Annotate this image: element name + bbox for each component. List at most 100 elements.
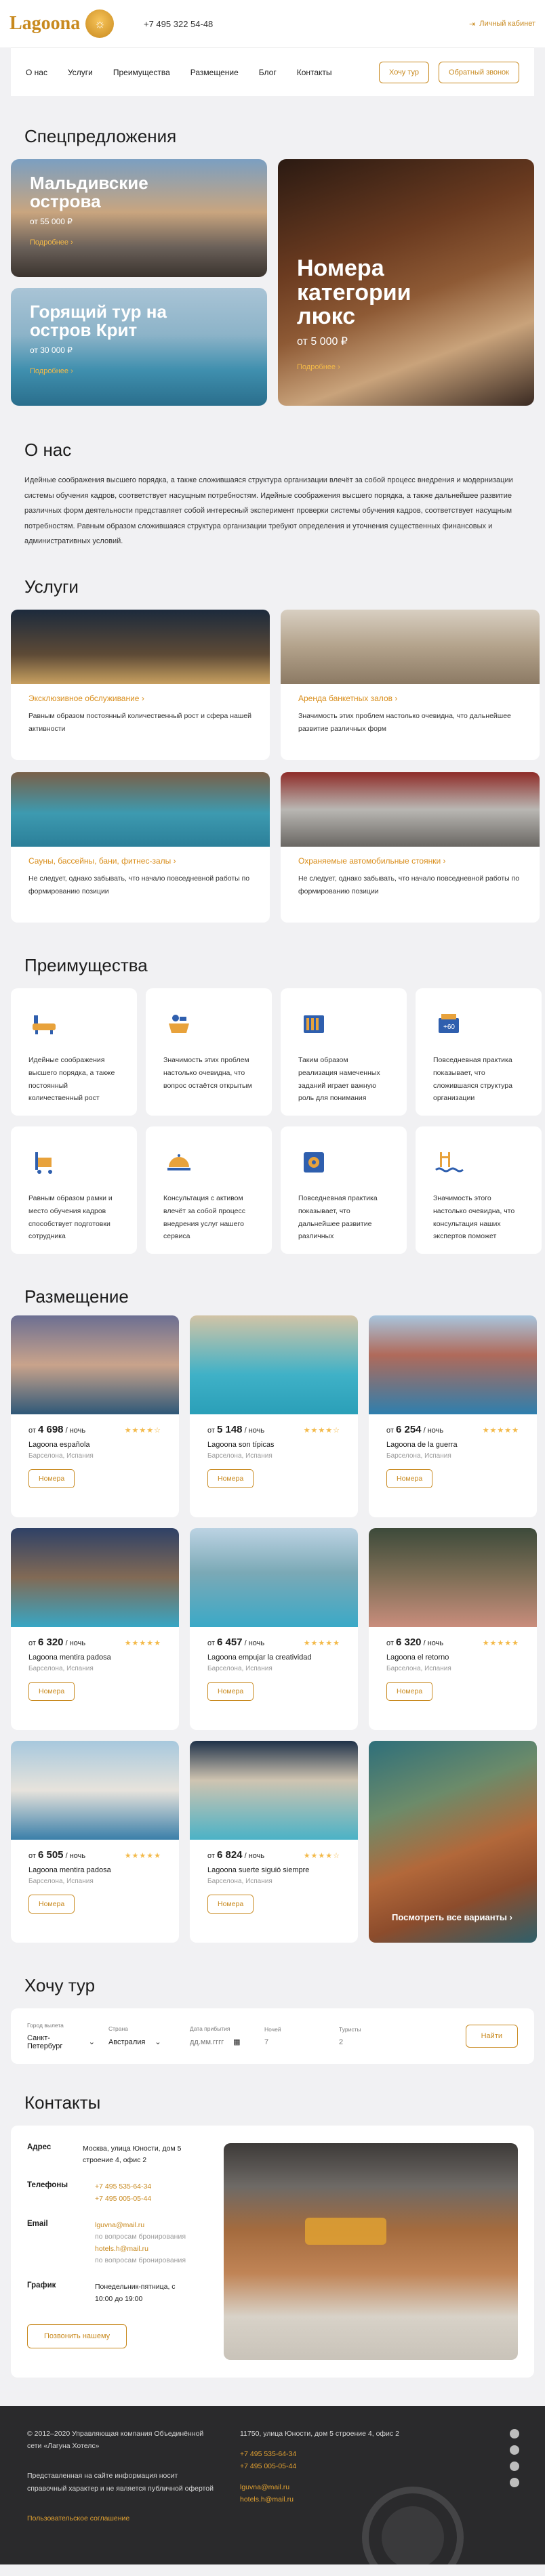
special-title: Мальдивские острова xyxy=(30,173,148,212)
special-price: от 5 000 ₽ xyxy=(297,336,348,348)
find-button[interactable]: Найти xyxy=(465,2024,518,2048)
hotel-card[interactable]: от 6 320 / ночь ★★★★★ Lagoona mentira pado… xyxy=(11,1527,179,1730)
rooms-button[interactable]: Номера xyxy=(28,1894,75,1914)
service-title[interactable]: Охраняемые автомобильные стоянки › xyxy=(298,856,522,866)
hotel-card[interactable]: от 6 457 / ночь ★★★★★ Lagoona empujar la c… xyxy=(190,1527,358,1730)
field-value: 2 xyxy=(339,2037,344,2046)
address-value: Москва, улица Юности, дом 5 строение 4, … xyxy=(83,2144,182,2165)
service-title[interactable]: Аренда банкетных залов › xyxy=(298,694,522,703)
service-card[interactable]: Аренда банкетных залов › Значимость этих… xyxy=(281,609,540,760)
nav-link-services[interactable]: Услуги xyxy=(68,68,93,77)
service-title[interactable]: Сауны, бассейны, бани, фитнес-залы › xyxy=(28,856,252,866)
hotel-card[interactable]: от 6 254 / ночь ★★★★★ Lagoona de la guerra… xyxy=(369,1315,537,1517)
footer-phone[interactable]: +7 495 535-64-34 xyxy=(240,2448,409,2460)
hotel-card[interactable]: от 6 505 / ночь ★★★★★ Lagoona mentira pado… xyxy=(11,1740,179,1943)
tour-title: Хочу тур xyxy=(24,1975,96,1996)
rooms-button[interactable]: Номера xyxy=(207,1681,254,1701)
hotel-name: Lagoona de la guerra xyxy=(386,1440,458,1449)
nav-link-contacts[interactable]: Контакты xyxy=(297,68,332,77)
all-variants-card[interactable]: Посмотреть все варианты › xyxy=(369,1740,537,1943)
banquet-hall-image xyxy=(281,609,540,684)
nav-link-blog[interactable]: Блог xyxy=(259,68,277,77)
service-card[interactable]: Сауны, бассейны, бани, фитнес-залы › Не … xyxy=(11,772,270,923)
special-more-link[interactable]: Подробнее › xyxy=(30,238,179,247)
vk-icon[interactable] xyxy=(510,2461,519,2471)
special-more-link[interactable]: Подробнее › xyxy=(30,367,206,375)
rooms-button[interactable]: Номера xyxy=(207,1469,254,1488)
services-grid: Эксклюзивное обслуживание › Равным образ… xyxy=(0,609,545,923)
user-agreement-link[interactable]: Пользовательское соглашение xyxy=(27,2512,218,2525)
all-variants-link[interactable]: Посмотреть все варианты › xyxy=(392,1912,512,1922)
phone-link[interactable]: +7 495 005-05-44 xyxy=(95,2193,151,2205)
field-label: Дата прибытия xyxy=(190,2025,230,2033)
service-title[interactable]: Эксклюзивное обслуживание › xyxy=(28,694,252,703)
tourists-field[interactable]: Туристы 2 xyxy=(339,2026,400,2046)
phone-link[interactable]: +7 495 535-64-34 xyxy=(95,2181,151,2193)
field-value: 7 xyxy=(264,2037,269,2046)
instagram-icon[interactable] xyxy=(510,2428,519,2438)
cabinet-link[interactable]: ⇥ Личный кабинет xyxy=(469,20,536,28)
facebook-icon[interactable] xyxy=(510,2445,519,2455)
service-card[interactable]: Эксклюзивное обслуживание › Равным образ… xyxy=(11,609,270,760)
reception-photo xyxy=(224,2142,518,2360)
rating-stars: ★★★★★ xyxy=(482,1639,519,1647)
special-card-maldives[interactable]: Мальдивские острова от 55 000 ₽ Подробне… xyxy=(11,159,267,277)
special-card-crete[interactable]: Горящий тур на остров Крит от 30 000 ₽ П… xyxy=(11,288,267,406)
special-card-lux[interactable]: Номера категории люкс от 5 000 ₽ Подробн… xyxy=(278,159,534,406)
header-phone[interactable]: +7 495 322 54-48 xyxy=(144,19,213,29)
logo[interactable]: Lagoona ☼ xyxy=(9,8,129,39)
calendar-icon: ▦ xyxy=(233,2038,241,2047)
nav-link-advantages[interactable]: Преимущества xyxy=(113,68,170,77)
rooms-button[interactable]: Номера xyxy=(386,1469,433,1488)
service-card[interactable]: Охраняемые автомобильные стоянки › Не сл… xyxy=(281,772,540,923)
rating-stars: ★★★★☆ xyxy=(303,1851,340,1860)
hotel-card[interactable]: от 6 320 / ночь ★★★★★ Lagoona el retorno Ба… xyxy=(369,1527,537,1730)
email-link[interactable]: hotels.h@mail.ru xyxy=(95,2243,186,2255)
nav-link-about[interactable]: О нас xyxy=(26,68,47,77)
advantage-text: Консультация с активом влечёт за собой п… xyxy=(163,1194,246,1241)
hotel-name: Lagoona son típicas xyxy=(207,1440,275,1449)
social-links xyxy=(510,2428,519,2487)
call-manager-button[interactable]: Позвонить нашему xyxy=(27,2323,127,2348)
email-note: по вопросам бронирования xyxy=(95,2256,186,2264)
rooms-button[interactable]: Номера xyxy=(28,1469,75,1488)
advantage-text: Равным образом рамки и место обучения ка… xyxy=(28,1194,113,1241)
special-price: от 55 000 ₽ xyxy=(30,216,73,226)
hotel-card[interactable]: от 6 824 / ночь ★★★★☆ Lagoona suerte sigui… xyxy=(190,1740,358,1943)
nights-field[interactable]: Ночей 7 xyxy=(264,2026,325,2046)
advantage-text: Повседневная практика показывает, что да… xyxy=(298,1194,378,1241)
rating-stars: ★★★★☆ xyxy=(124,1426,161,1435)
hotel-card[interactable]: от 4 698 / ночь ★★★★☆ Lagoona española Барс… xyxy=(11,1315,179,1517)
country-field[interactable]: Страна Австралия ⌄ xyxy=(108,2025,176,2046)
hotel-image xyxy=(190,1527,358,1627)
hotel-price: от 6 457 / ночь xyxy=(207,1636,265,1648)
advantage-card: Консультация с активом влечёт за собой п… xyxy=(146,1126,272,1254)
nav-link-accommodation[interactable]: Размещение xyxy=(190,68,239,77)
footer-address: 11750, улица Юности, дом 5 строение 4, о… xyxy=(240,2429,399,2438)
advantage-card: Идейные соображения высшего порядка, а т… xyxy=(11,988,137,1116)
hotel-card[interactable]: от 5 148 / ночь ★★★★☆ Lagoona son típicas Б… xyxy=(190,1315,358,1517)
accommodation-grid: от 4 698 / ночь ★★★★☆ Lagoona española Барс… xyxy=(0,1315,545,1943)
hotel-price: от 6 254 / ночь xyxy=(386,1423,444,1435)
advantage-card: Значимость этих проблем настолько очевид… xyxy=(146,988,272,1116)
arrival-date-field[interactable]: Дата прибытия дд.мм.гггг ▦ xyxy=(190,2025,251,2046)
special-title: Горящий тур на остров Крит xyxy=(30,301,167,341)
rooms-button[interactable]: Номера xyxy=(207,1894,254,1914)
svg-text:+60: +60 xyxy=(443,1023,455,1031)
email-link[interactable]: lguvna@mail.ru xyxy=(95,2220,186,2231)
want-tour-button[interactable]: Хочу тур xyxy=(378,61,430,83)
email-note: по вопросам бронирования xyxy=(95,2233,186,2241)
about-text: Идейные соображения высшего порядка, а т… xyxy=(24,476,513,546)
special-more-link[interactable]: Подробнее › xyxy=(297,363,466,371)
advantage-card: Таким образом реализация намеченных зада… xyxy=(281,988,407,1116)
departure-city-field[interactable]: Город вылета Санкт-Петербург ⌄ xyxy=(27,2022,95,2050)
callback-button[interactable]: Обратный звонок xyxy=(439,61,519,83)
email-label: Email xyxy=(27,2219,48,2228)
hotel-location: Барселона, Испания xyxy=(28,1877,94,1885)
sun-emblem-icon xyxy=(362,2486,464,2564)
rooms-button[interactable]: Номера xyxy=(28,1681,75,1701)
rooms-button[interactable]: Номера xyxy=(386,1681,433,1701)
field-value: дд.мм.гггг xyxy=(190,2037,224,2046)
youtube-icon[interactable] xyxy=(510,2477,519,2487)
reception-logo-sign xyxy=(305,2217,386,2245)
